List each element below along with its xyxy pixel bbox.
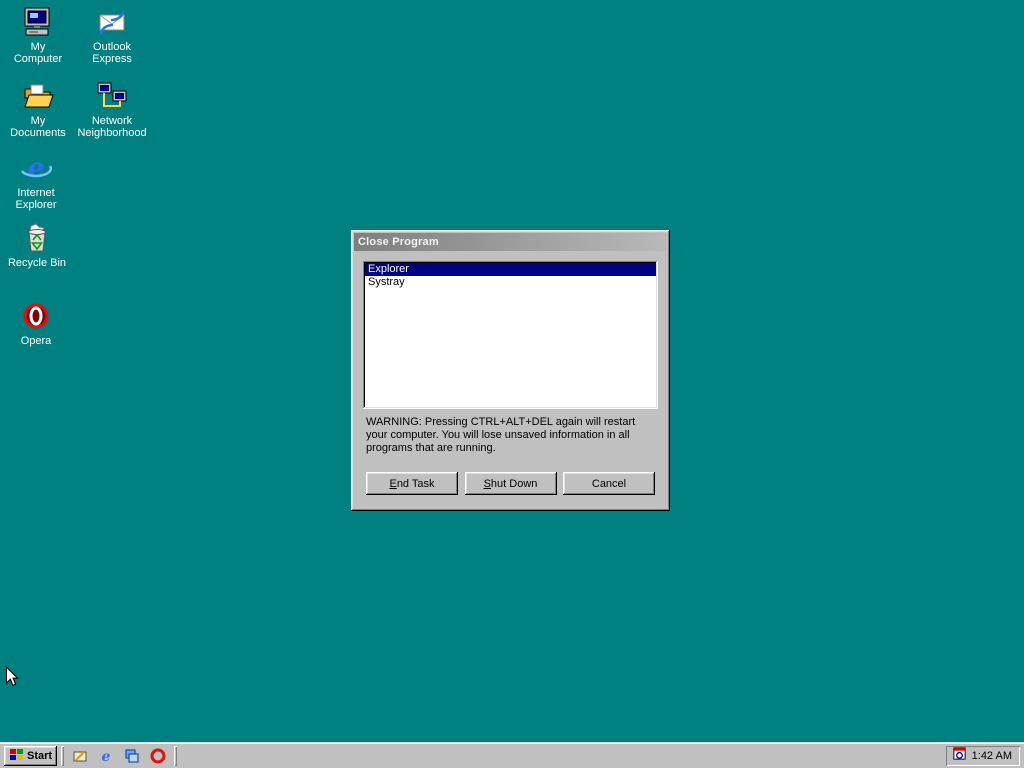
- desktop-icon-my-documents[interactable]: My Documents: [6, 80, 70, 139]
- my-computer-icon: [22, 6, 54, 38]
- quick-launch-bar: e: [68, 746, 170, 766]
- internet-explorer-icon: e: [20, 152, 53, 184]
- desktop-icon-label: Outlook Express: [92, 41, 132, 65]
- svg-text:e: e: [102, 749, 111, 764]
- opera-icon[interactable]: [148, 746, 168, 766]
- start-button[interactable]: Start: [4, 745, 58, 766]
- show-desktop-icon[interactable]: [70, 746, 90, 766]
- svg-text:e: e: [27, 153, 44, 184]
- desktop-icon-internet-explorer[interactable]: e Internet Explorer: [4, 152, 68, 211]
- desktop-icon-outlook-express[interactable]: Outlook Express: [80, 6, 144, 65]
- opera-icon: [20, 300, 52, 332]
- start-button-label: Start: [27, 749, 53, 762]
- desktop-icon-my-computer[interactable]: My Computer: [6, 6, 70, 65]
- dialog-button-row: End Task Shut Down Cancel: [366, 472, 655, 495]
- tray-scheduler-icon[interactable]: [952, 746, 967, 766]
- task-list[interactable]: Explorer Systray: [363, 261, 658, 409]
- internet-explorer-icon[interactable]: e: [96, 746, 116, 766]
- task-list-item[interactable]: Explorer: [365, 263, 656, 276]
- recycle-bin-icon: [21, 222, 53, 254]
- my-documents-icon: [22, 80, 54, 112]
- dialog-title: Close Program: [358, 236, 439, 248]
- desktop-icon-label: My Computer: [13, 41, 63, 65]
- close-program-dialog: Close Program Explorer Systray WARNING: P…: [351, 230, 670, 511]
- dialog-titlebar[interactable]: Close Program: [354, 233, 667, 251]
- taskbar-divider[interactable]: [174, 746, 177, 766]
- desktop-icon-network-neighborhood[interactable]: Network Neighborhood: [77, 80, 147, 139]
- desktop-icon-label: Opera: [20, 335, 52, 347]
- warning-text: WARNING: Pressing CTRL+ALT+DEL again wil…: [366, 416, 636, 454]
- desktop-icon-opera[interactable]: Opera: [4, 300, 68, 347]
- clock: 1:42 AM: [971, 749, 1012, 762]
- desktop-icon-recycle-bin[interactable]: Recycle Bin: [5, 222, 69, 269]
- channels-icon[interactable]: [122, 746, 142, 766]
- windows-logo-icon: [9, 748, 24, 764]
- end-task-button[interactable]: End Task: [366, 472, 458, 495]
- desktop-icon-label: Recycle Bin: [7, 257, 67, 269]
- mouse-cursor: [5, 665, 19, 692]
- taskbar: Start e 1:42 AM: [0, 742, 1024, 768]
- system-tray: 1:42 AM: [946, 746, 1020, 766]
- desktop: { "colors": { "desktop_background": "#00…: [0, 0, 1024, 768]
- task-list-item[interactable]: Systray: [365, 276, 656, 289]
- shut-down-button[interactable]: Shut Down: [464, 472, 557, 495]
- desktop-icon-label: Internet Explorer: [15, 187, 57, 211]
- outlook-express-icon: [96, 6, 128, 38]
- network-neighborhood-icon: [96, 80, 128, 112]
- desktop-icon-label: Network Neighborhood: [77, 115, 147, 139]
- taskbar-divider[interactable]: [61, 746, 64, 766]
- desktop-icon-label: My Documents: [10, 115, 66, 139]
- cancel-button[interactable]: Cancel: [563, 472, 655, 495]
